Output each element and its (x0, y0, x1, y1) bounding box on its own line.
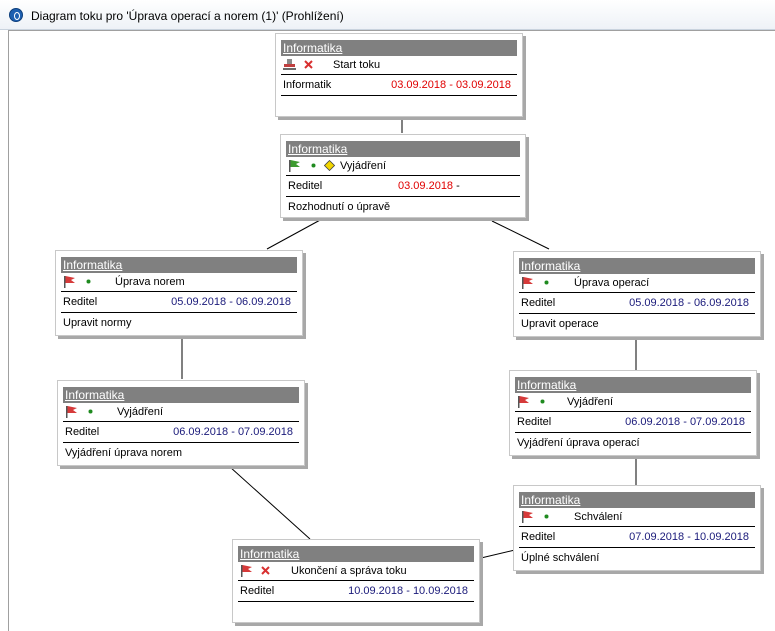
red-flag-icon (241, 565, 252, 577)
node-header[interactable]: Informatika (238, 546, 474, 562)
task-name: Ukončení a správa toku (291, 565, 407, 577)
task-note: Vyjádření úprava operací (517, 437, 640, 449)
task-node-schvaleni[interactable]: Informatika Schválení Reditel 07.09.2018… (513, 485, 761, 571)
green-dot-icon (544, 514, 549, 519)
stamp-icon (283, 59, 296, 70)
green-dot-icon (88, 409, 93, 414)
red-flag-icon (518, 396, 529, 408)
green-flag-icon (289, 160, 300, 172)
green-dot-icon (311, 163, 316, 168)
task-note: Rozhodnutí o úpravě (288, 201, 391, 213)
node-header[interactable]: Informatika (515, 377, 751, 393)
red-flag-icon (522, 511, 533, 523)
green-dot-icon (544, 280, 549, 285)
green-dot-icon (540, 399, 545, 404)
node-header[interactable]: Informatika (281, 40, 517, 56)
task-role: Reditel (240, 585, 275, 597)
task-name: Úprava norem (115, 276, 185, 288)
node-header[interactable]: Informatika (286, 141, 520, 157)
app-icon (9, 8, 23, 22)
task-node-start-toku[interactable]: Informatika Start toku Informatik 03.09.… (275, 33, 523, 117)
red-flag-icon (522, 277, 533, 289)
x-icon (261, 566, 270, 575)
red-flag-icon (66, 406, 77, 418)
node-header[interactable]: Informatika (63, 387, 299, 403)
node-header[interactable]: Informatika (519, 492, 755, 508)
task-dates: 07.09.2018 - 10.09.2018 (629, 531, 749, 543)
green-dot-icon (86, 279, 91, 284)
task-dates: 05.09.2018 - 06.09.2018 (171, 296, 291, 308)
task-dates: 03.09.2018 - (398, 180, 460, 192)
task-role: Reditel (521, 297, 556, 309)
task-dates: 03.09.2018 - 03.09.2018 (391, 79, 511, 91)
task-name: Start toku (333, 59, 381, 71)
red-flag-icon (64, 276, 75, 288)
connector-vyjadreni-uprava-operaci (491, 220, 550, 250)
task-name: Úprava operací (574, 277, 650, 289)
connector-vyjadreni-ukonceni (229, 466, 311, 540)
task-role: Reditel (288, 180, 323, 192)
task-node-uprava-norem[interactable]: Informatika Úprava norem Reditel 05.09.2… (55, 250, 303, 336)
task-name: Vyjádření (340, 160, 387, 172)
task-name: Vyjádření (117, 406, 164, 418)
window-titlebar: Diagram toku pro 'Úprava operací a norem… (0, 0, 775, 30)
task-name: Schválení (574, 511, 623, 523)
node-header[interactable]: Informatika (61, 257, 297, 273)
task-node-ukonceni[interactable]: Informatika Ukončení a správa toku Redit… (232, 539, 480, 623)
task-node-vyjadreni-top[interactable]: Informatika Vyjádření Reditel 03.09.2018… (280, 134, 526, 218)
task-node-vyjadreni-left[interactable]: Informatika Vyjádření Reditel 06.09.2018… (57, 380, 305, 466)
connector-schvaleni-ukonceni (480, 549, 516, 559)
x-icon (304, 60, 313, 69)
task-dates: 06.09.2018 - 07.09.2018 (173, 426, 293, 438)
task-node-uprava-operaci[interactable]: Informatika Úprava operací Reditel 05.09… (513, 251, 761, 337)
task-dates: 06.09.2018 - 07.09.2018 (625, 416, 745, 428)
task-role: Reditel (63, 296, 98, 308)
window-title: Diagram toku pro 'Úprava operací a norem… (31, 9, 344, 23)
task-name: Vyjádření (567, 396, 614, 408)
task-role: Reditel (521, 531, 556, 543)
task-note: Vyjádření úprava norem (65, 447, 182, 459)
yellow-diamond-icon (324, 160, 335, 171)
task-role: Reditel (517, 416, 552, 428)
task-dates: 10.09.2018 - 10.09.2018 (348, 585, 468, 597)
task-note: Upravit normy (63, 317, 132, 329)
task-role: Informatik (283, 79, 332, 91)
task-node-vyjadreni-right[interactable]: Informatika Vyjádření Reditel 06.09.2018… (509, 370, 757, 456)
node-header[interactable]: Informatika (519, 258, 755, 274)
task-dates: 05.09.2018 - 06.09.2018 (629, 297, 749, 309)
task-role: Reditel (65, 426, 100, 438)
task-note: Upravit operace (521, 318, 599, 330)
task-note: Úplné schválení (521, 552, 600, 564)
connector-vyjadreni-uprava-norem (266, 218, 323, 250)
